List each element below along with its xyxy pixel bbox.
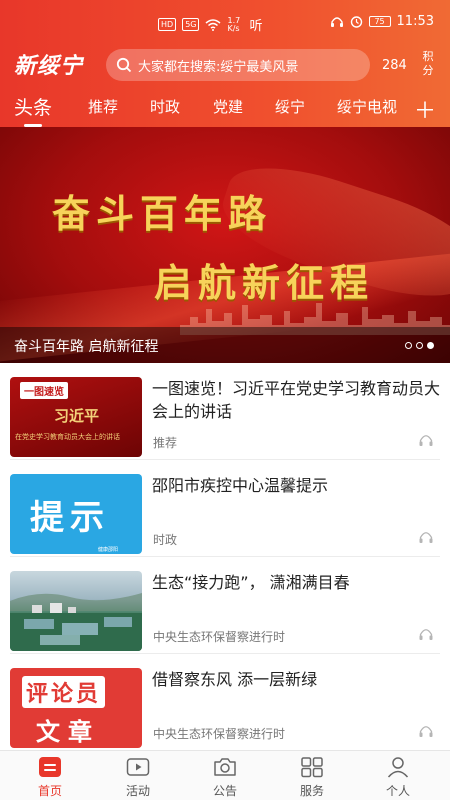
news-thumbnail: 评论员 文章 xyxy=(10,668,142,748)
tab-strip: 头条 推荐 时政 党建 绥宁 绥宁电视 xyxy=(0,92,400,127)
app-logo: 新绥宁 xyxy=(14,54,84,79)
nav-label: 活动 xyxy=(125,784,150,798)
app-screen: HD 5G 1.7 K/s 听 75 11:53 新绥宁 大家都在搜索:绥宁最美… xyxy=(0,0,450,800)
bottom-nav: 首页 活动 公告 服务 个人 xyxy=(0,750,450,800)
search-box[interactable]: 大家都在搜索:绥宁最美风景 xyxy=(106,49,370,81)
tab-toutiao[interactable]: 头条 xyxy=(14,93,53,127)
thumb-name: 习近平 xyxy=(54,407,100,425)
headphone-icon[interactable] xyxy=(418,724,434,738)
news-list: 一图速览 习近平 在党史学习教育动员大会上的讲话 一图速览！习近平在党史学习教育… xyxy=(0,363,450,750)
carousel-dot[interactable] xyxy=(405,342,412,349)
carousel-dots xyxy=(405,342,434,349)
home-icon xyxy=(39,757,61,777)
video-icon xyxy=(126,758,150,776)
headphone-icon[interactable] xyxy=(418,433,434,447)
nav-profile[interactable]: 个人 xyxy=(358,751,438,800)
news-thumbnail: 提示 健康邵阳 xyxy=(10,474,142,554)
thumb-big-text: 提示 xyxy=(30,498,110,538)
news-source: 时政 xyxy=(153,533,178,547)
grid-icon xyxy=(301,757,323,778)
search-placeholder: 大家都在搜索:绥宁最美风景 xyxy=(138,59,299,75)
nav-label: 公告 xyxy=(212,784,237,798)
headset-icon xyxy=(330,16,343,27)
wifi-icon xyxy=(205,18,221,31)
carousel-dot[interactable] xyxy=(416,342,423,349)
tab-suining-tv[interactable]: 绥宁电视 xyxy=(337,96,397,117)
banner-headline-1: 奋斗百年路 xyxy=(52,191,273,236)
battery-indicator: 75 xyxy=(368,16,391,27)
news-item[interactable]: 一图速览 习近平 在党史学习教育动员大会上的讲话 一图速览！习近平在党史学习教育… xyxy=(0,363,450,460)
status-right: 75 11:53 xyxy=(330,14,434,29)
nav-label: 服务 xyxy=(299,784,324,798)
points-value[interactable]: 284 xyxy=(382,58,407,73)
news-title[interactable]: 邵阳市疾控中心温馨提示 xyxy=(152,474,442,497)
tab-label: 头条 xyxy=(14,97,53,119)
listen-status: 听 xyxy=(249,19,263,34)
news-thumbnail: 一图速览 习近平 在党史学习教育动员大会上的讲话 xyxy=(10,377,142,457)
banner-caption-bar: 奋斗百年路 启航新征程 xyxy=(0,327,450,363)
hd-badge: HD xyxy=(158,18,177,31)
thumb-subtitle: 在党史学习教育动员大会上的讲话 xyxy=(15,433,120,441)
banner-carousel[interactable]: 奋斗百年路 启航新征程 奋斗百年路 启航新征程 xyxy=(0,127,450,363)
news-title[interactable]: 一图速览！习近平在党史学习教育动员大会上的讲话 xyxy=(152,377,442,423)
thumb-row-2: 文章 xyxy=(36,718,100,746)
alarm-icon xyxy=(350,16,362,28)
landscape-image xyxy=(10,593,142,651)
news-title[interactable]: 借督察东风 添一层新绿 xyxy=(152,668,442,691)
nav-label: 首页 xyxy=(37,784,62,798)
5g-badge: 5G xyxy=(182,18,200,31)
points-label[interactable]: 积分 xyxy=(421,50,435,78)
status-bar: HD 5G 1.7 K/s 听 75 11:53 xyxy=(0,0,450,38)
thumb-row-1: 评论员 xyxy=(22,676,106,708)
nav-activity[interactable]: 活动 xyxy=(98,751,178,800)
nav-label: 个人 xyxy=(385,784,410,798)
header: HD 5G 1.7 K/s 听 75 11:53 新绥宁 大家都在搜索:绥宁最美… xyxy=(0,0,450,127)
thumb-small-text: 健康邵阳 xyxy=(98,547,119,553)
news-source: 中央生态环保督察进行时 xyxy=(153,630,286,644)
plus-icon[interactable]: ＋ xyxy=(414,93,436,125)
tab-suining[interactable]: 绥宁 xyxy=(275,96,305,117)
headphone-icon[interactable] xyxy=(418,530,434,544)
search-icon xyxy=(116,57,132,73)
news-title[interactable]: 生态“接力跑”， 潇湘满目春 xyxy=(152,571,442,594)
news-source: 推荐 xyxy=(153,436,178,450)
channel-tabs: 头条 推荐 时政 党建 绥宁 绥宁电视 ＋ xyxy=(0,92,450,127)
tab-dangjian[interactable]: 党建 xyxy=(213,96,243,117)
headphone-icon[interactable] xyxy=(418,627,434,641)
net-speed: 1.7 K/s xyxy=(227,15,241,33)
news-source: 中央生态环保督察进行时 xyxy=(153,727,286,741)
top-bar: 新绥宁 大家都在搜索:绥宁最美风景 284 积分 xyxy=(0,44,450,86)
clock: 11:53 xyxy=(396,14,434,29)
tab-shizheng[interactable]: 时政 xyxy=(150,96,180,117)
thumb-label: 一图速览 xyxy=(20,382,68,399)
banner-caption: 奋斗百年路 启航新征程 xyxy=(14,339,159,355)
news-item[interactable]: 生态“接力跑”， 潇湘满目春 中央生态环保督察进行时 xyxy=(0,557,450,654)
nav-notice[interactable]: 公告 xyxy=(185,751,265,800)
news-thumbnail xyxy=(10,571,142,651)
status-network: HD 5G 1.7 K/s 听 xyxy=(158,15,263,34)
carousel-dot-active[interactable] xyxy=(427,342,434,349)
news-item[interactable]: 评论员 文章 借督察东风 添一层新绿 中央生态环保督察进行时 xyxy=(0,654,450,750)
news-item[interactable]: 提示 健康邵阳 邵阳市疾控中心温馨提示 时政 xyxy=(0,460,450,557)
nav-home[interactable]: 首页 xyxy=(10,751,90,800)
tab-tuijian[interactable]: 推荐 xyxy=(88,96,118,117)
nav-service[interactable]: 服务 xyxy=(272,751,352,800)
person-icon xyxy=(387,757,409,778)
camera-icon xyxy=(214,758,236,776)
